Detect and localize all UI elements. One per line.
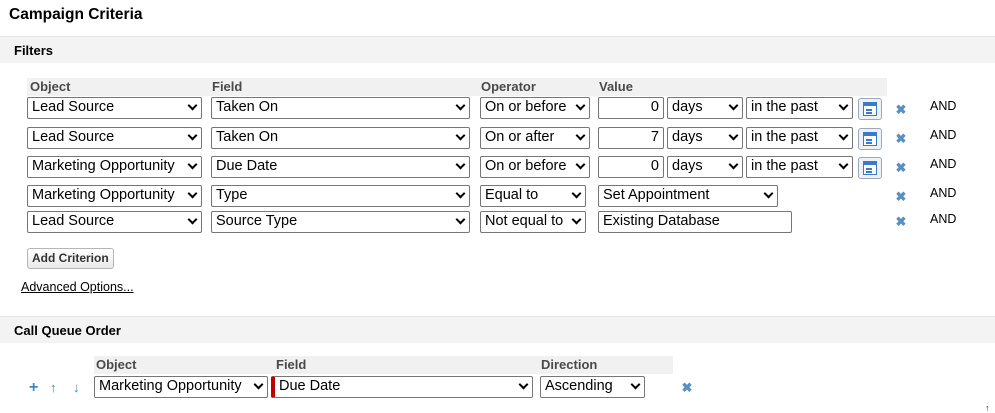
column-header-operator: Operator — [481, 79, 536, 94]
add-criterion-button[interactable]: Add Criterion — [27, 248, 114, 269]
chevron-down-icon — [728, 159, 739, 170]
filter-row-2-and-label: AND — [930, 128, 957, 142]
call-queue-section-header: Call Queue Order — [0, 316, 995, 343]
chevron-down-icon — [253, 379, 264, 390]
filter-row-4-operator-select[interactable]: Equal to — [480, 185, 586, 207]
filter-row-2-object-select[interactable]: Lead Source — [27, 127, 202, 149]
chevron-down-icon — [763, 188, 774, 199]
chevron-down-icon — [575, 100, 586, 111]
call-queue-column-header-field: Field — [276, 357, 307, 372]
filter-row-5-and-label: AND — [930, 212, 957, 226]
calendar-picker-icon — [863, 161, 877, 175]
filter-row-1-unit-select[interactable]: days — [667, 97, 743, 119]
arrow-down-icon[interactable]: ↓ — [73, 381, 80, 395]
column-header-object: Object — [30, 79, 71, 94]
filter-row-2-value-input[interactable]: 7 — [598, 127, 664, 149]
filter-row-1-operator-select[interactable]: On or before — [480, 97, 590, 119]
filter-row-4-value-select[interactable]: Set Appointment — [598, 185, 778, 207]
chevron-down-icon — [575, 130, 586, 141]
filter-row-4-and-label: AND — [930, 186, 957, 200]
chevron-down-icon — [187, 100, 198, 111]
arrow-up-icon[interactable]: ↑ — [50, 381, 57, 395]
filter-row-1-remove-icon[interactable]: ✖ — [895, 103, 907, 116]
filter-row-2-remove-icon[interactable]: ✖ — [895, 132, 907, 145]
filter-row-2-unit-select[interactable]: days — [667, 127, 743, 149]
filter-row-4-object-select[interactable]: Marketing Opportunity — [27, 185, 202, 207]
calendar-picker-icon — [863, 132, 877, 146]
filter-row-2-calendar-button[interactable] — [858, 128, 882, 150]
filters-column-header-bar — [27, 78, 887, 96]
filter-row-5-operator-select[interactable]: Not equal to — [480, 211, 586, 233]
filter-row-5-object-select[interactable]: Lead Source — [27, 211, 202, 233]
call-queue-object-select[interactable]: Marketing Opportunity — [94, 376, 268, 398]
chevron-down-icon — [838, 130, 849, 141]
filter-row-1-field-select[interactable]: Taken On — [211, 97, 470, 119]
chevron-down-icon — [838, 100, 849, 111]
call-queue-direction-select[interactable]: Ascending — [540, 376, 645, 398]
filter-row-5-value-input[interactable]: Existing Database — [598, 211, 792, 233]
filter-row-2-operator-select[interactable]: On or after — [480, 127, 590, 149]
filter-row-3-operator-select[interactable]: On or before — [480, 156, 590, 178]
advanced-options-link[interactable]: Advanced Options... — [21, 280, 134, 294]
chevron-down-icon — [455, 100, 466, 111]
call-queue-section-title: Call Queue Order — [14, 323, 121, 338]
chevron-down-icon — [518, 379, 529, 390]
column-header-field: Field — [212, 79, 243, 94]
mouse-cursor-icon: ↑ — [985, 403, 990, 413]
filter-row-3-and-label: AND — [930, 157, 957, 171]
column-header-value: Value — [599, 79, 633, 94]
chevron-down-icon — [187, 188, 198, 199]
filter-row-3-field-select[interactable]: Due Date — [211, 156, 470, 178]
calendar-picker-icon — [863, 102, 877, 116]
filter-row-5-remove-icon[interactable]: ✖ — [895, 215, 907, 228]
filter-row-5-field-select[interactable]: Source Type — [211, 211, 470, 233]
filter-row-3-remove-icon[interactable]: ✖ — [895, 161, 907, 174]
chevron-down-icon — [455, 214, 466, 225]
chevron-down-icon — [630, 379, 641, 390]
chevron-down-icon — [187, 159, 198, 170]
filter-row-3-object-select[interactable]: Marketing Opportunity — [27, 156, 202, 178]
filter-row-1-object-select[interactable]: Lead Source — [27, 97, 202, 119]
filter-row-4-field-select[interactable]: Type — [211, 185, 470, 207]
filter-row-1-value-input[interactable]: 0 — [598, 97, 664, 119]
chevron-down-icon — [455, 188, 466, 199]
page-title: Campaign Criteria — [9, 6, 143, 23]
chevron-down-icon — [571, 188, 582, 199]
filters-section-header: Filters — [0, 36, 995, 63]
chevron-down-icon — [571, 214, 582, 225]
filter-row-1-and-label: AND — [930, 99, 957, 113]
chevron-down-icon — [455, 159, 466, 170]
call-queue-remove-icon[interactable]: ✖ — [681, 381, 693, 394]
chevron-down-icon — [455, 130, 466, 141]
filter-row-2-direction-select[interactable]: in the past — [746, 127, 853, 149]
filter-row-2-field-select[interactable]: Taken On — [211, 127, 470, 149]
chevron-down-icon — [187, 214, 198, 225]
chevron-down-icon — [575, 159, 586, 170]
filter-row-1-direction-select[interactable]: in the past — [746, 97, 853, 119]
filters-section-title: Filters — [14, 43, 54, 58]
plus-icon[interactable]: + — [29, 380, 38, 396]
filter-row-3-value-input[interactable]: 0 — [598, 156, 664, 178]
filter-row-3-direction-select[interactable]: in the past — [746, 156, 853, 178]
chevron-down-icon — [728, 130, 739, 141]
call-queue-column-header-object: Object — [96, 357, 137, 372]
filter-row-3-unit-select[interactable]: days — [667, 156, 743, 178]
filter-row-1-calendar-button[interactable] — [858, 98, 882, 120]
chevron-down-icon — [838, 159, 849, 170]
call-queue-column-header-direction: Direction — [541, 357, 598, 372]
filter-row-4-remove-icon[interactable]: ✖ — [895, 190, 907, 203]
chevron-down-icon — [728, 100, 739, 111]
call-queue-field-select[interactable]: Due Date — [271, 376, 533, 398]
chevron-down-icon — [187, 130, 198, 141]
filter-row-3-calendar-button[interactable] — [858, 157, 882, 179]
